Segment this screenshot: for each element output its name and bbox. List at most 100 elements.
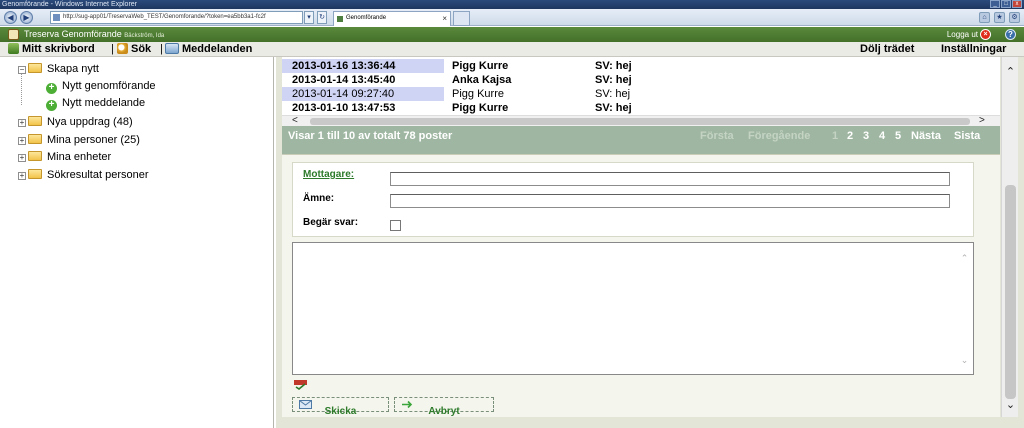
address-bar[interactable]: http://sug-app01/TreservaWeb_TEST/Genomf… [50, 11, 303, 24]
tab-close-icon[interactable]: × [442, 12, 447, 25]
page-icon [53, 14, 60, 21]
pager-page-5[interactable]: 5 [895, 129, 901, 143]
pager-page-4[interactable]: 4 [879, 129, 885, 143]
main-vertical-scrollbar[interactable]: ⌃ ⌄ [1001, 57, 1018, 417]
table-row[interactable]: 2013-01-16 13:36:44 Pigg Kurre SV: hej [282, 59, 1000, 73]
recipient-field[interactable] [390, 172, 950, 186]
search-dropdown-icon[interactable]: ▾ [304, 11, 314, 24]
browser-tab[interactable]: Genomförande × [333, 11, 451, 26]
tree-node-new-execution[interactable]: + Nytt genomförande [46, 79, 156, 94]
pager-first[interactable]: Första [700, 129, 734, 143]
pager-page-3[interactable]: 3 [863, 129, 869, 143]
minimize-icon[interactable]: _ [990, 0, 1000, 8]
tree-node-my-persons[interactable]: + Mina personer (25) [18, 133, 140, 147]
new-tab-button[interactable] [453, 11, 470, 26]
pager-next[interactable]: Nästa [911, 129, 941, 143]
home-icon[interactable]: ⌂ [979, 12, 990, 23]
tree-node-new-assignments[interactable]: + Nya uppdrag (48) [18, 115, 133, 129]
expand-icon[interactable]: + [18, 137, 26, 145]
logout-link[interactable]: Logga ut [947, 30, 978, 40]
scroll-right-icon[interactable]: > [979, 115, 985, 126]
expand-icon[interactable]: + [18, 172, 26, 180]
subject-cell: SV: hej [595, 102, 632, 114]
tree-node-label: Nya uppdrag (48) [47, 116, 133, 128]
scroll-thumb[interactable] [310, 118, 970, 125]
navigation-tree: − Skapa nytt + Nytt genomförande + Nytt med… [0, 57, 274, 428]
hide-tree-link[interactable]: Dölj trädet [860, 43, 914, 56]
pager-page-1[interactable]: 1 [832, 129, 838, 143]
scroll-left-icon[interactable]: < [292, 115, 298, 126]
collapse-icon[interactable]: − [18, 66, 26, 74]
recipient-link[interactable]: Mottagare: [303, 169, 354, 181]
search-icon [117, 43, 128, 54]
date-cell: 2013-01-14 09:27:40 [282, 87, 444, 101]
my-desk-button[interactable]: Mitt skrivbord [8, 43, 95, 56]
logout-icon[interactable]: × [980, 29, 991, 40]
subject-cell: SV: hej [595, 74, 632, 86]
pager-page-2[interactable]: 2 [847, 129, 853, 143]
tree-node-my-units[interactable]: + Mina enheter [18, 150, 111, 164]
message-body-field[interactable]: ⌃ ⌄ [292, 242, 974, 375]
scroll-down-icon[interactable]: ⌄ [1002, 398, 1019, 412]
request-reply-checkbox[interactable] [390, 220, 401, 231]
pager-last[interactable]: Sista [954, 129, 980, 143]
current-user: Bäckström, Ida [124, 33, 165, 39]
spellcheck-icon[interactable] [294, 380, 307, 390]
my-desk-label: Mitt skrivbord [22, 43, 95, 55]
app-logo-icon [8, 29, 19, 40]
subject-cell: SV: hej [595, 60, 632, 72]
close-window-icon[interactable]: x [1012, 0, 1022, 8]
cancel-button[interactable]: Avbryt [394, 397, 494, 417]
subject-field[interactable] [390, 194, 950, 208]
folder-icon [28, 116, 42, 126]
subject-label: Ämne: [303, 193, 335, 204]
sender-cell: Anka Kajsa [452, 74, 512, 86]
scroll-up-icon[interactable]: ⌃ [958, 253, 971, 263]
folder-icon [28, 134, 42, 144]
tree-node-label: Nytt meddelande [62, 97, 146, 109]
address-text: http://sug-app01/TreservaWeb_TEST/Genomf… [63, 14, 266, 20]
scroll-up-icon[interactable]: ⌃ [1002, 65, 1019, 79]
send-button[interactable]: Skicka [292, 397, 389, 417]
date-cell: 2013-01-10 13:47:53 [292, 102, 396, 114]
compose-message-panel: Mottagare: Ämne: Begär svar: ⌃ ⌄ Skicka [282, 154, 1000, 417]
request-reply-label: Begär svar: [303, 217, 359, 228]
sender-cell: Pigg Kurre [452, 102, 509, 114]
tools-gear-icon[interactable]: ⚙ [1009, 12, 1020, 23]
pager-previous[interactable]: Föregående [748, 129, 810, 143]
scroll-down-icon[interactable]: ⌄ [958, 355, 971, 365]
help-icon[interactable]: ? [1005, 29, 1016, 40]
expand-icon[interactable]: + [18, 154, 26, 162]
grid-horizontal-scrollbar[interactable]: < > [282, 115, 1000, 126]
back-icon[interactable]: ◀ [4, 11, 17, 24]
date-cell: 2013-01-14 13:45:40 [292, 74, 396, 86]
date-cell: 2013-01-16 13:36:44 [282, 59, 444, 73]
tree-node-create-new[interactable]: − Skapa nytt [18, 62, 99, 76]
favorites-icon[interactable]: ★ [994, 12, 1005, 23]
message-scrollbar[interactable]: ⌃ ⌄ [958, 245, 971, 372]
refresh-icon[interactable]: ↻ [317, 11, 327, 24]
settings-link[interactable]: Inställningar [941, 43, 1006, 56]
app-toolbar: Mitt skrivbord | Sök | Meddelanden Dölj … [0, 42, 1024, 57]
scroll-thumb[interactable] [1005, 185, 1016, 399]
folder-icon [28, 151, 42, 161]
tree-node-new-message[interactable]: + Nytt meddelande [46, 96, 145, 111]
maximize-icon[interactable]: □ [1001, 0, 1011, 8]
folder-icon [28, 169, 42, 179]
tree-node-label: Mina personer (25) [47, 134, 140, 146]
expand-icon[interactable]: + [18, 119, 26, 127]
tree-node-search-results[interactable]: + Sökresultat personer [18, 168, 149, 182]
table-row[interactable]: 2013-01-14 09:27:40 Pigg Kurre SV: hej [282, 87, 1000, 101]
browser-tools: ⌂ ★ ⚙ [979, 12, 1020, 23]
messages-label: Meddelanden [182, 43, 253, 55]
pager: Visar 1 till 10 av totalt 78 poster Förs… [282, 126, 1000, 146]
search-button[interactable]: Sök [117, 43, 151, 56]
message-header-form: Mottagare: Ämne: Begär svar: [292, 162, 974, 237]
forward-icon[interactable]: ▶ [20, 11, 33, 24]
messages-button[interactable]: Meddelanden [165, 43, 252, 56]
tree-node-label: Nytt genomförande [62, 80, 156, 92]
table-row[interactable]: 2013-01-10 13:47:53 Pigg Kurre SV: hej [282, 101, 1000, 115]
add-icon: + [46, 100, 57, 111]
table-row[interactable]: 2013-01-14 13:45:40 Anka Kajsa SV: hej [282, 73, 1000, 87]
browser-title-bar: Genomförande - Windows Internet Explorer… [0, 0, 1024, 9]
